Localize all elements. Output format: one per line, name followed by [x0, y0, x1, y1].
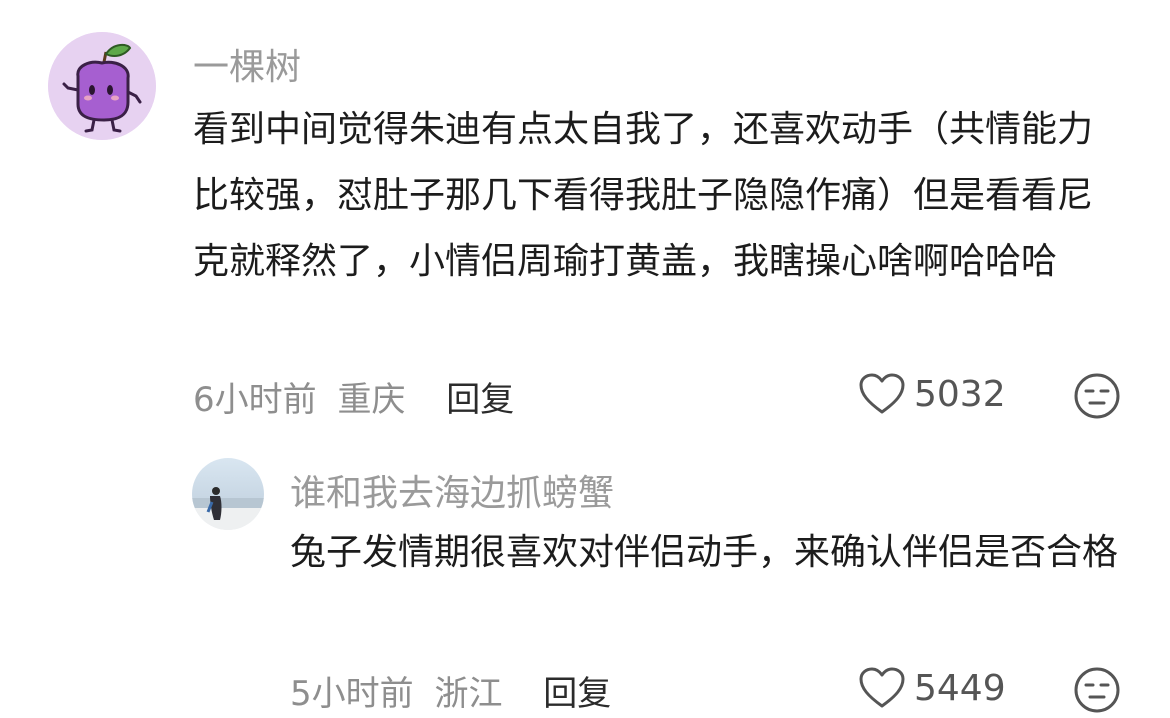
timestamp: 6小时前 — [193, 380, 317, 420]
emoji-reaction-button[interactable] — [1073, 666, 1121, 718]
heart-outline-icon — [859, 667, 905, 708]
emoji-reaction-button[interactable] — [1073, 372, 1121, 424]
neutral-face-icon — [1074, 373, 1120, 419]
like-button[interactable]: 5449 — [858, 666, 1006, 710]
like-count: 5032 — [914, 373, 1006, 415]
purple-fruit-avatar-icon — [48, 32, 156, 140]
like-button[interactable]: 5032 — [858, 372, 1006, 416]
comment-meta: 6小时前 重庆 回复 — [193, 372, 514, 421]
location: 重庆 — [337, 380, 406, 420]
like-count: 5449 — [914, 667, 1006, 709]
username[interactable]: 一棵树 — [193, 38, 301, 90]
location: 浙江 — [434, 674, 503, 714]
beach-photo-avatar-icon — [192, 458, 264, 530]
avatar[interactable] — [192, 458, 264, 530]
reply-button[interactable]: 回复 — [446, 372, 514, 421]
comment-text: 看到中间觉得朱迪有点太自我了，还喜欢动手（共情能力比较强，怼肚子那几下看得我肚子… — [193, 109, 1094, 282]
neutral-face-icon — [1074, 667, 1120, 713]
avatar[interactable] — [48, 32, 156, 140]
comment-meta: 5小时前 浙江 回复 — [290, 666, 611, 715]
username[interactable]: 谁和我去海边抓螃蟹 — [290, 464, 614, 516]
heart-outline-icon — [859, 373, 905, 414]
comment-text: 兔子发情期很喜欢对伴侣动手，来确认伴侣是否合格 — [290, 532, 1119, 573]
timestamp: 5小时前 — [290, 674, 414, 714]
reply-button[interactable]: 回复 — [543, 666, 611, 715]
